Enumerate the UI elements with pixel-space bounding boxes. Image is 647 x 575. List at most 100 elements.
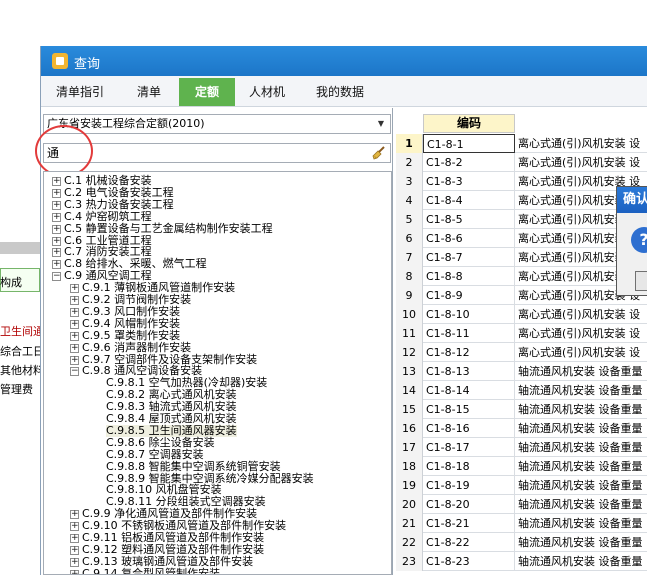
expand-icon[interactable]: + <box>70 522 79 532</box>
tree-item[interactable]: + C.9.6 消声器制作安装 <box>44 341 391 354</box>
table-row[interactable]: 12 C1-8-12 离心式通(引)风机安装 设 <box>396 343 647 362</box>
table-row[interactable]: 14 C1-8-14 轴流通风机安装 设备重量 <box>396 381 647 400</box>
expand-icon[interactable]: + <box>70 331 79 341</box>
row-name[interactable]: 轴流通风机安装 设备重量 <box>518 476 647 495</box>
table-row[interactable]: 17 C1-8-17 轴流通风机安装 设备重量 <box>396 438 647 457</box>
expand-icon[interactable]: + <box>70 534 79 543</box>
tree-item[interactable]: C.9.8.6 除尘设备安装 <box>44 436 391 449</box>
tree-item[interactable]: + C.9.4 风帽制作安装 <box>44 317 391 330</box>
quota-grid[interactable]: 编码 1 C1-8-1 离心式通(引)风机安装 设 2 C1-8-2 离心式通(引)风机安… <box>396 114 647 575</box>
row-code[interactable]: C1-8-10 <box>423 305 515 324</box>
table-row[interactable]: 20 C1-8-20 轴流通风机安装 设备重量 <box>396 495 647 514</box>
row-code[interactable]: C1-8-11 <box>423 324 515 343</box>
table-row[interactable]: 1 C1-8-1 离心式通(引)风机安装 设 <box>396 134 647 153</box>
table-row[interactable]: 3 C1-8-3 离心式通(引)风机安装 设 <box>396 172 647 191</box>
collapse-icon[interactable]: − <box>70 367 79 377</box>
table-row[interactable]: 7 C1-8-7 离心式通(引)风机安装 设 <box>396 248 647 267</box>
table-row[interactable]: 22 C1-8-22 轴流通风机安装 设备重量 <box>396 533 647 552</box>
row-code[interactable]: C1-8-21 <box>423 514 515 533</box>
row-code[interactable]: C1-8-23 <box>423 552 515 571</box>
chevron-down-icon[interactable]: ▼ <box>374 115 388 133</box>
table-row[interactable]: 6 C1-8-6 离心式通(引)风机安装 设 <box>396 229 647 248</box>
row-code[interactable]: C1-8-6 <box>423 229 515 248</box>
tree-item[interactable]: C.9.8.7 空调器安装 <box>44 448 391 461</box>
table-row[interactable]: 4 C1-8-4 离心式通(引)风机安装 设 <box>396 191 647 210</box>
expand-icon[interactable]: + <box>70 569 79 574</box>
expand-icon[interactable]: + <box>52 236 61 246</box>
search-input[interactable]: 通 <box>43 143 391 163</box>
table-row[interactable]: 13 C1-8-13 轴流通风机安装 设备重量 <box>396 362 647 381</box>
tree-item[interactable]: + C.9.13 玻璃钢通风管道及部件安装 <box>44 555 391 568</box>
expand-icon[interactable]: + <box>70 355 79 365</box>
tree-item[interactable]: + C.9.5 罩类制作安装 <box>44 329 391 342</box>
expand-icon[interactable]: + <box>70 557 79 567</box>
column-header-code[interactable]: 编码 <box>423 114 515 133</box>
window-titlebar[interactable]: 查询 <box>41 46 647 76</box>
tab-labor-material-machine[interactable]: 人材机 <box>239 78 295 106</box>
table-row[interactable]: 9 C1-8-9 离心式通(引)风机安装 设 <box>396 286 647 305</box>
row-name[interactable]: 轴流通风机安装 设备重量 <box>518 362 647 381</box>
table-row[interactable]: 5 C1-8-5 离心式通(引)风机安装 设 <box>396 210 647 229</box>
row-name[interactable]: 轴流通风机安装 设备重量 <box>518 552 647 571</box>
expand-icon[interactable]: + <box>70 343 79 353</box>
row-code[interactable]: C1-8-22 <box>423 533 515 552</box>
table-row[interactable]: 19 C1-8-19 轴流通风机安装 设备重量 <box>396 476 647 495</box>
expand-icon[interactable]: + <box>70 284 79 294</box>
tree-item[interactable]: + C.4 炉窑砌筑工程 <box>44 210 391 223</box>
dialog-button[interactable] <box>635 271 647 291</box>
row-code[interactable]: C1-8-13 <box>423 362 515 381</box>
table-row[interactable]: 16 C1-8-16 轴流通风机安装 设备重量 <box>396 419 647 438</box>
table-row[interactable]: 21 C1-8-21 轴流通风机安装 设备重量 <box>396 514 647 533</box>
dialog-title[interactable]: 确认 <box>617 187 647 213</box>
row-name[interactable]: 离心式通(引)风机安装 设 <box>518 134 647 153</box>
row-name[interactable]: 轴流通风机安装 设备重量 <box>518 419 647 438</box>
row-code[interactable]: C1-8-15 <box>423 400 515 419</box>
row-name[interactable]: 轴流通风机安装 设备重量 <box>518 533 647 552</box>
table-row[interactable]: 10 C1-8-10 离心式通(引)风机安装 设 <box>396 305 647 324</box>
row-name[interactable]: 轴流通风机安装 设备重量 <box>518 438 647 457</box>
quota-library-select[interactable]: 广东省安装工程综合定额(2010) ▼ <box>43 114 391 134</box>
table-row[interactable]: 8 C1-8-8 离心式通(引)风机安装 设 <box>396 267 647 286</box>
row-name[interactable]: 轴流通风机安装 设备重量 <box>518 457 647 476</box>
row-code[interactable]: C1-8-14 <box>423 381 515 400</box>
expand-icon[interactable]: + <box>52 212 61 222</box>
expand-icon[interactable]: + <box>70 319 79 329</box>
tree-item[interactable]: C.9.8.8 智能集中空调系统铜管安装 <box>44 460 391 473</box>
expand-icon[interactable]: + <box>52 200 61 210</box>
row-name[interactable]: 轴流通风机安装 设备重量 <box>518 381 647 400</box>
row-code[interactable]: C1-8-5 <box>423 210 515 229</box>
expand-icon[interactable]: + <box>52 224 61 234</box>
table-row[interactable]: 18 C1-8-18 轴流通风机安装 设备重量 <box>396 457 647 476</box>
expand-icon[interactable]: + <box>52 177 61 186</box>
row-code[interactable]: C1-8-19 <box>423 476 515 495</box>
tab-bill[interactable]: 清单 <box>121 78 177 106</box>
row-code[interactable]: C1-8-16 <box>423 419 515 438</box>
row-code[interactable]: C1-8-2 <box>423 153 515 172</box>
row-name[interactable]: 离心式通(引)风机安装 设 <box>518 305 647 324</box>
row-code[interactable]: C1-8-12 <box>423 343 515 362</box>
quota-tree[interactable]: + C.1 机械设备安装 + C.2 电气设备安装工程 + C.3 热力设备安装工程 + C.… <box>43 171 392 575</box>
row-name[interactable]: 离心式通(引)风机安装 设 <box>518 343 647 362</box>
row-code[interactable]: C1-8-18 <box>423 457 515 476</box>
row-code[interactable]: C1-8-20 <box>423 495 515 514</box>
table-row[interactable]: 11 C1-8-11 离心式通(引)风机安装 设 <box>396 324 647 343</box>
row-name[interactable]: 离心式通(引)风机安装 设 <box>518 153 647 172</box>
table-row[interactable]: 23 C1-8-23 轴流通风机安装 设备重量 <box>396 552 647 571</box>
tree-item[interactable]: + C.5 静置设备与工艺金属结构制作安装工程 <box>44 222 391 235</box>
expand-icon[interactable]: + <box>52 248 61 258</box>
row-code[interactable]: C1-8-8 <box>423 267 515 286</box>
collapse-icon[interactable]: − <box>52 272 61 282</box>
table-row[interactable]: 2 C1-8-2 离心式通(引)风机安装 设 <box>396 153 647 172</box>
expand-icon[interactable]: + <box>52 260 61 270</box>
tab-bill-guide[interactable]: 清单指引 <box>47 78 113 106</box>
tree-item[interactable]: + C.3 热力设备安装工程 <box>44 198 391 211</box>
expand-icon[interactable]: + <box>70 307 79 317</box>
row-code[interactable]: C1-8-17 <box>423 438 515 457</box>
expand-icon[interactable]: + <box>70 510 79 520</box>
tree-item[interactable]: C.9.8.5 卫生间通风器安装 <box>44 424 391 437</box>
expand-icon[interactable]: + <box>70 296 79 305</box>
row-code[interactable]: C1-8-3 <box>423 172 515 191</box>
expand-icon[interactable]: + <box>70 545 79 555</box>
tab-quota[interactable]: 定额 <box>179 78 235 106</box>
row-code[interactable]: C1-8-4 <box>423 191 515 210</box>
